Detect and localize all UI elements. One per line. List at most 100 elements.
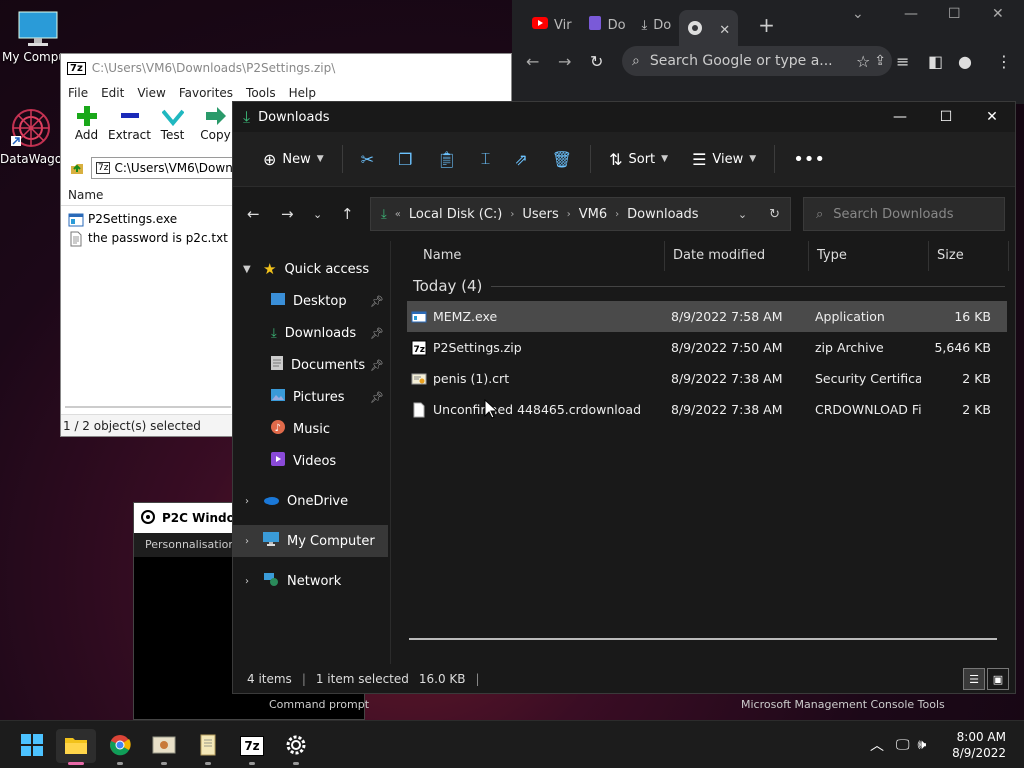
up-icon[interactable]: ↑ — [341, 205, 354, 223]
table-row[interactable]: 7z P2Settings.zip 8/9/2022 7:50 AM zip A… — [407, 332, 1007, 363]
chevron-right-icon[interactable]: › — [510, 209, 514, 220]
test-button[interactable]: Test — [151, 104, 194, 142]
taskbar-p2c-settings[interactable] — [276, 729, 316, 765]
new-tab-icon[interactable]: + — [758, 13, 775, 37]
close-icon[interactable]: ✕ — [969, 102, 1015, 132]
add-button[interactable]: Add — [65, 104, 108, 142]
overflow-icon[interactable]: « — [395, 209, 401, 220]
share-icon[interactable]: ⇪ — [874, 53, 886, 69]
sort-button[interactable]: ⇅ Sort ▼ — [597, 143, 680, 175]
breadcrumb-users[interactable]: Users — [522, 207, 558, 222]
sidebar-item-videos[interactable]: Videos — [233, 445, 390, 477]
chrome-tab[interactable]: ⤓ Do — [634, 8, 680, 42]
profile-icon[interactable]: ● — [958, 52, 972, 71]
bookmark-star-icon[interactable]: ☆ — [856, 52, 870, 71]
cut-button[interactable]: ✂ — [349, 143, 386, 175]
minimize-icon[interactable]: — — [877, 102, 923, 132]
tiles-view-icon[interactable]: ▣ — [987, 668, 1009, 690]
table-row[interactable]: MEMZ.exe 8/9/2022 7:58 AM Application 16… — [407, 301, 1007, 332]
copy-button[interactable]: Copy — [194, 104, 237, 142]
chevron-right-icon[interactable]: › — [567, 209, 571, 220]
delete-button[interactable]: 🗑︎ — [540, 143, 584, 175]
group-header-today[interactable]: Today (4) — [391, 271, 1015, 301]
menu-file[interactable]: File — [65, 86, 98, 100]
chrome-tab[interactable]: Do — [580, 8, 634, 42]
desktop-icon-datawagon[interactable]: DataWagon — [0, 106, 70, 166]
horizontal-scrollbar[interactable] — [409, 638, 997, 640]
taskbar-file-explorer[interactable] — [56, 729, 96, 765]
volume-icon[interactable]: 🕪︎ — [918, 737, 927, 753]
menu-view[interactable]: View — [134, 86, 175, 100]
maximize-icon[interactable]: ☐ — [923, 102, 969, 132]
sidebar-item-my-computer[interactable]: › My Computer — [233, 525, 388, 557]
sidebar-item-documents[interactable]: Documents 📌︎ — [233, 349, 390, 381]
taskbar-7zip[interactable]: 7z — [232, 729, 272, 765]
forward-icon[interactable]: → — [281, 205, 294, 223]
breadcrumb-local-disk[interactable]: Local Disk (C:) — [409, 207, 502, 222]
table-row[interactable]: penis (1).crt 8/9/2022 7:38 AM Security … — [407, 363, 1007, 394]
new-button[interactable]: ⊕ New ▼ — [251, 143, 336, 175]
sidebar-item-desktop[interactable]: Desktop 📌︎ — [233, 285, 390, 317]
more-options-button[interactable]: ••• — [781, 143, 837, 175]
omnibox[interactable]: ⌕ Search Google or type a... ⇪ — [622, 46, 892, 76]
extract-button[interactable]: Extract — [108, 104, 151, 142]
chevron-down-icon[interactable]: ⌄ — [852, 6, 864, 22]
menu-favorites[interactable]: Favorites — [176, 86, 243, 100]
up-folder-icon[interactable] — [69, 160, 85, 179]
menu-icon[interactable]: ⋮ — [996, 52, 1012, 71]
sidebar-item-network[interactable]: › Network — [233, 565, 390, 597]
list-item[interactable]: the password is p2c.txt — [61, 229, 233, 248]
menu-edit[interactable]: Edit — [98, 86, 134, 100]
column-header-name[interactable]: Name — [61, 184, 233, 206]
taskbar-notepad[interactable] — [188, 729, 228, 765]
forward-icon[interactable]: → — [558, 52, 571, 71]
chevron-right-icon[interactable]: › — [245, 536, 249, 547]
chevron-down-icon[interactable]: ⌄ — [738, 208, 747, 221]
copy-button[interactable]: ❐ — [386, 143, 424, 175]
media-icon[interactable]: ≡ — [896, 52, 909, 71]
sidebar-item-downloads[interactable]: ⤓ Downloads 📌︎ — [233, 317, 390, 349]
maximize-icon[interactable]: ☐ — [948, 6, 961, 22]
share-button[interactable]: ⇗ — [502, 143, 539, 175]
sidebar-item-music[interactable]: ♪ Music — [233, 413, 390, 445]
breadcrumb-vm6[interactable]: VM6 — [579, 207, 607, 222]
address-bar[interactable]: ⤓ « Local Disk (C:) › Users › VM6 › Down… — [370, 197, 791, 231]
back-icon[interactable]: ← — [526, 52, 539, 71]
start-button[interactable] — [12, 729, 52, 763]
column-header-size[interactable]: Size — [929, 241, 1009, 271]
details-view-icon[interactable]: ☰ — [963, 668, 985, 690]
column-header-type[interactable]: Type — [809, 241, 929, 271]
column-header-name[interactable]: Name — [391, 241, 665, 271]
rename-button[interactable]: ⌶ — [469, 143, 503, 175]
close-icon[interactable]: ✕ — [992, 6, 1004, 22]
chevron-down-icon[interactable]: ▼ — [243, 264, 251, 275]
menu-tools[interactable]: Tools — [243, 86, 286, 100]
7zip-path-field[interactable]: 7z C:\Users\VM6\Downlo — [91, 157, 235, 179]
menu-help[interactable]: Help — [286, 86, 326, 100]
display-icon[interactable]: 🖵︎ — [896, 737, 910, 753]
sidebar-item-onedrive[interactable]: › OneDrive — [233, 485, 390, 517]
chevron-right-icon[interactable]: › — [245, 576, 249, 587]
sidebar-item-pictures[interactable]: Pictures 📌︎ — [233, 381, 390, 413]
minimize-icon[interactable]: — — [904, 6, 918, 22]
chevron-up-icon[interactable]: ︿ — [870, 735, 884, 755]
refresh-icon[interactable]: ↻ — [769, 207, 780, 222]
search-input[interactable]: ⌕ Search Downloads — [803, 197, 1005, 231]
clock[interactable]: 8:00 AM 8/9/2022 — [952, 729, 1006, 761]
chrome-tab[interactable]: Vir — [524, 8, 580, 42]
view-button[interactable]: ☰ View ▼ — [680, 143, 768, 175]
list-item[interactable]: P2Settings.exe — [61, 210, 233, 229]
sidebar-item-quick-access[interactable]: ▼ ★ Quick access — [233, 253, 390, 285]
7zip-scrollbar[interactable] — [65, 406, 231, 408]
paste-button[interactable]: 📋︎ — [424, 143, 468, 175]
breadcrumb-downloads[interactable]: Downloads — [627, 207, 698, 222]
reload-icon[interactable]: ↻ — [590, 52, 603, 71]
chevron-right-icon[interactable]: › — [245, 496, 249, 507]
chrome-tab-active[interactable]: ✕ — [679, 10, 739, 50]
column-header-date[interactable]: Date modified — [665, 241, 809, 271]
close-tab-icon[interactable]: ✕ — [719, 23, 730, 38]
taskbar-control-panel[interactable] — [144, 729, 184, 765]
taskbar-chrome[interactable] — [100, 729, 140, 765]
sidepanel-icon[interactable]: ◧ — [928, 52, 943, 71]
back-icon[interactable]: ← — [247, 205, 260, 223]
